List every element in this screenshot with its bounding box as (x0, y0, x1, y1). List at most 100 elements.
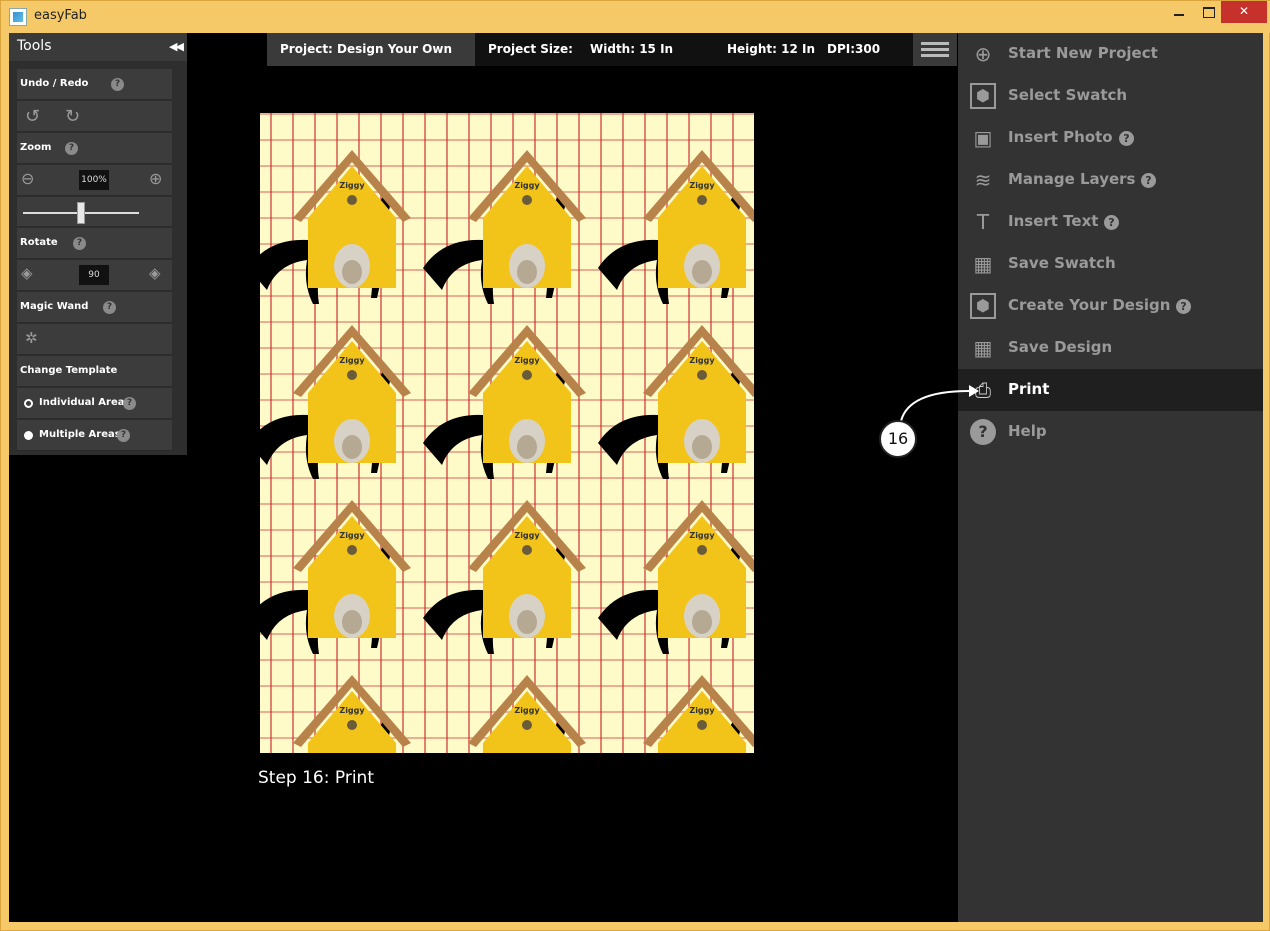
paw-icon (522, 195, 532, 205)
paw-icon (697, 720, 707, 730)
individual-area-option[interactable]: Individual Area ? (17, 388, 172, 419)
help-icon[interactable]: ? (111, 78, 124, 91)
rotate-controls: ◈ 90 ◈ (17, 260, 172, 291)
close-button[interactable]: ✕ (1221, 1, 1267, 23)
rotate-label: Rotate (20, 237, 58, 248)
action-menu: ⊕ Start New Project ⬢ Select Swatch ▣ Insert … (958, 33, 1263, 922)
menu-item-save-design[interactable]: ▦ Save Design (958, 327, 1263, 369)
collapse-icon[interactable]: ◀◀ (169, 40, 184, 53)
zoom-out-icon[interactable]: ⊖ (21, 169, 34, 188)
rotate-right-icon[interactable]: ◈ (149, 264, 161, 282)
house-label: Ziggy (689, 706, 715, 715)
house-label: Ziggy (514, 531, 540, 540)
help-icon[interactable]: ? (1119, 131, 1134, 146)
menu-item-label: Select Swatch (1008, 86, 1128, 104)
dog-photo-face (342, 260, 362, 284)
menu-item-print[interactable]: ⎙ Print (958, 369, 1263, 411)
rotate-left-icon[interactable]: ◈ (21, 264, 33, 282)
help-icon[interactable]: ? (1104, 215, 1119, 230)
menu-item-label: Save Swatch (1008, 254, 1116, 272)
change-template-label: Change Template (20, 365, 118, 376)
hexagon-icon: ⬢ (970, 83, 996, 109)
house-label: Ziggy (514, 356, 540, 365)
project-name: Project: Design Your Own (280, 42, 453, 56)
redo-icon[interactable]: ↻ (65, 106, 80, 127)
zoom-slider[interactable] (17, 197, 172, 227)
menu-item-label: Save Design (1008, 338, 1113, 356)
dog-photo-face (517, 435, 537, 459)
design-canvas[interactable]: Ziggy Ziggy Ziggy Ziggy Ziggy Ziggy Ziggy Ziggy… (260, 113, 754, 753)
menu-item-manage-layers[interactable]: ≋ Manage Layers? (958, 159, 1263, 201)
menu-item-save-swatch[interactable]: ▦ Save Swatch (958, 243, 1263, 285)
zoom-value[interactable]: 100% (79, 170, 109, 190)
paw-icon (522, 370, 532, 380)
zoom-row: Zoom ? (17, 133, 172, 164)
magic-wand-label: Magic Wand (20, 301, 89, 312)
paw-icon (522, 545, 532, 555)
undo-redo-row: Undo / Redo ? (17, 69, 172, 100)
multiple-areas-radio[interactable] (24, 431, 33, 440)
house-label: Ziggy (514, 181, 540, 190)
dog-photo-face (517, 260, 537, 284)
menu-item-label: Start New Project (1008, 44, 1158, 62)
title-bar: easyFab ✕ (1, 1, 1270, 33)
paw-icon (697, 195, 707, 205)
multiple-areas-label: Multiple Areas (39, 429, 121, 440)
callout-arrow (900, 385, 979, 422)
help-icon[interactable]: ? (65, 142, 78, 155)
paw-icon (347, 370, 357, 380)
undo-redo-buttons: ↺ ↻ (17, 101, 172, 132)
menu-item-insert-photo[interactable]: ▣ Insert Photo? (958, 117, 1263, 159)
menu-item-label: Print (1008, 380, 1050, 398)
project-size-label: Project Size: (488, 42, 573, 56)
menu-item-create-your-design[interactable]: ⬢ Create Your Design? (958, 285, 1263, 327)
help-icon[interactable]: ? (103, 301, 116, 314)
individual-area-label: Individual Area (39, 397, 125, 408)
rotate-row: Rotate ? (17, 228, 172, 259)
house-label: Ziggy (339, 181, 365, 190)
help-icon[interactable]: ? (123, 397, 136, 410)
tools-title: Tools (17, 38, 52, 54)
menu-item-label: Insert Text (1008, 212, 1099, 230)
multiple-areas-option[interactable]: Multiple Areas ? (17, 420, 172, 451)
tools-panel: Tools ◀◀ Undo / Redo ? ↺ ↻ Zoom ? ⊖ 100%… (9, 33, 187, 455)
hamburger-menu-icon[interactable] (913, 33, 957, 66)
house-label: Ziggy (514, 706, 540, 715)
dog-photo-face (692, 610, 712, 634)
maximize-button[interactable] (1194, 1, 1224, 23)
help-icon[interactable]: ? (1176, 299, 1191, 314)
paw-icon (347, 195, 357, 205)
paw-icon (697, 370, 707, 380)
zoom-in-icon[interactable]: ⊕ (149, 169, 162, 188)
minimize-button[interactable] (1164, 1, 1194, 23)
rotate-value[interactable]: 90 (79, 265, 109, 285)
menu-item-label: Insert Photo (1008, 128, 1113, 146)
house-label: Ziggy (689, 531, 715, 540)
zoom-label: Zoom (20, 142, 52, 153)
undo-icon[interactable]: ↺ (25, 106, 40, 127)
change-template-row: Change Template (17, 356, 172, 387)
help-icon[interactable]: ? (117, 429, 130, 442)
project-width: Width: 15 In (590, 42, 674, 56)
tools-header: Tools ◀◀ (9, 33, 187, 61)
magic-wand-icon[interactable]: ✲ (25, 329, 38, 347)
menu-item-start-new-project[interactable]: ⊕ Start New Project (958, 33, 1263, 75)
menu-item-insert-text[interactable]: T Insert Text? (958, 201, 1263, 243)
house-label: Ziggy (689, 356, 715, 365)
help-icon[interactable]: ? (73, 237, 86, 250)
step-callout: 16 (879, 420, 917, 458)
menu-item-help[interactable]: ? Help (958, 411, 1263, 453)
menu-item-select-swatch[interactable]: ⬢ Select Swatch (958, 75, 1263, 117)
slider-thumb[interactable] (77, 202, 85, 224)
app-icon (9, 8, 27, 26)
hexagon-icon: ⬢ (970, 293, 996, 319)
dog-photo-face (692, 435, 712, 459)
paw-icon (522, 720, 532, 730)
step-caption: Step 16: Print (258, 768, 374, 788)
menu-item-label: Help (1008, 422, 1047, 440)
house-label: Ziggy (339, 531, 365, 540)
fabric-pattern: Ziggy Ziggy Ziggy Ziggy Ziggy Ziggy Ziggy Ziggy… (260, 150, 754, 753)
app-window: easyFab ✕ Tools ◀◀ Undo / Redo ? ↺ ↻ Zoo… (0, 0, 1270, 931)
individual-area-radio[interactable] (24, 399, 33, 408)
help-icon[interactable]: ? (1141, 173, 1156, 188)
